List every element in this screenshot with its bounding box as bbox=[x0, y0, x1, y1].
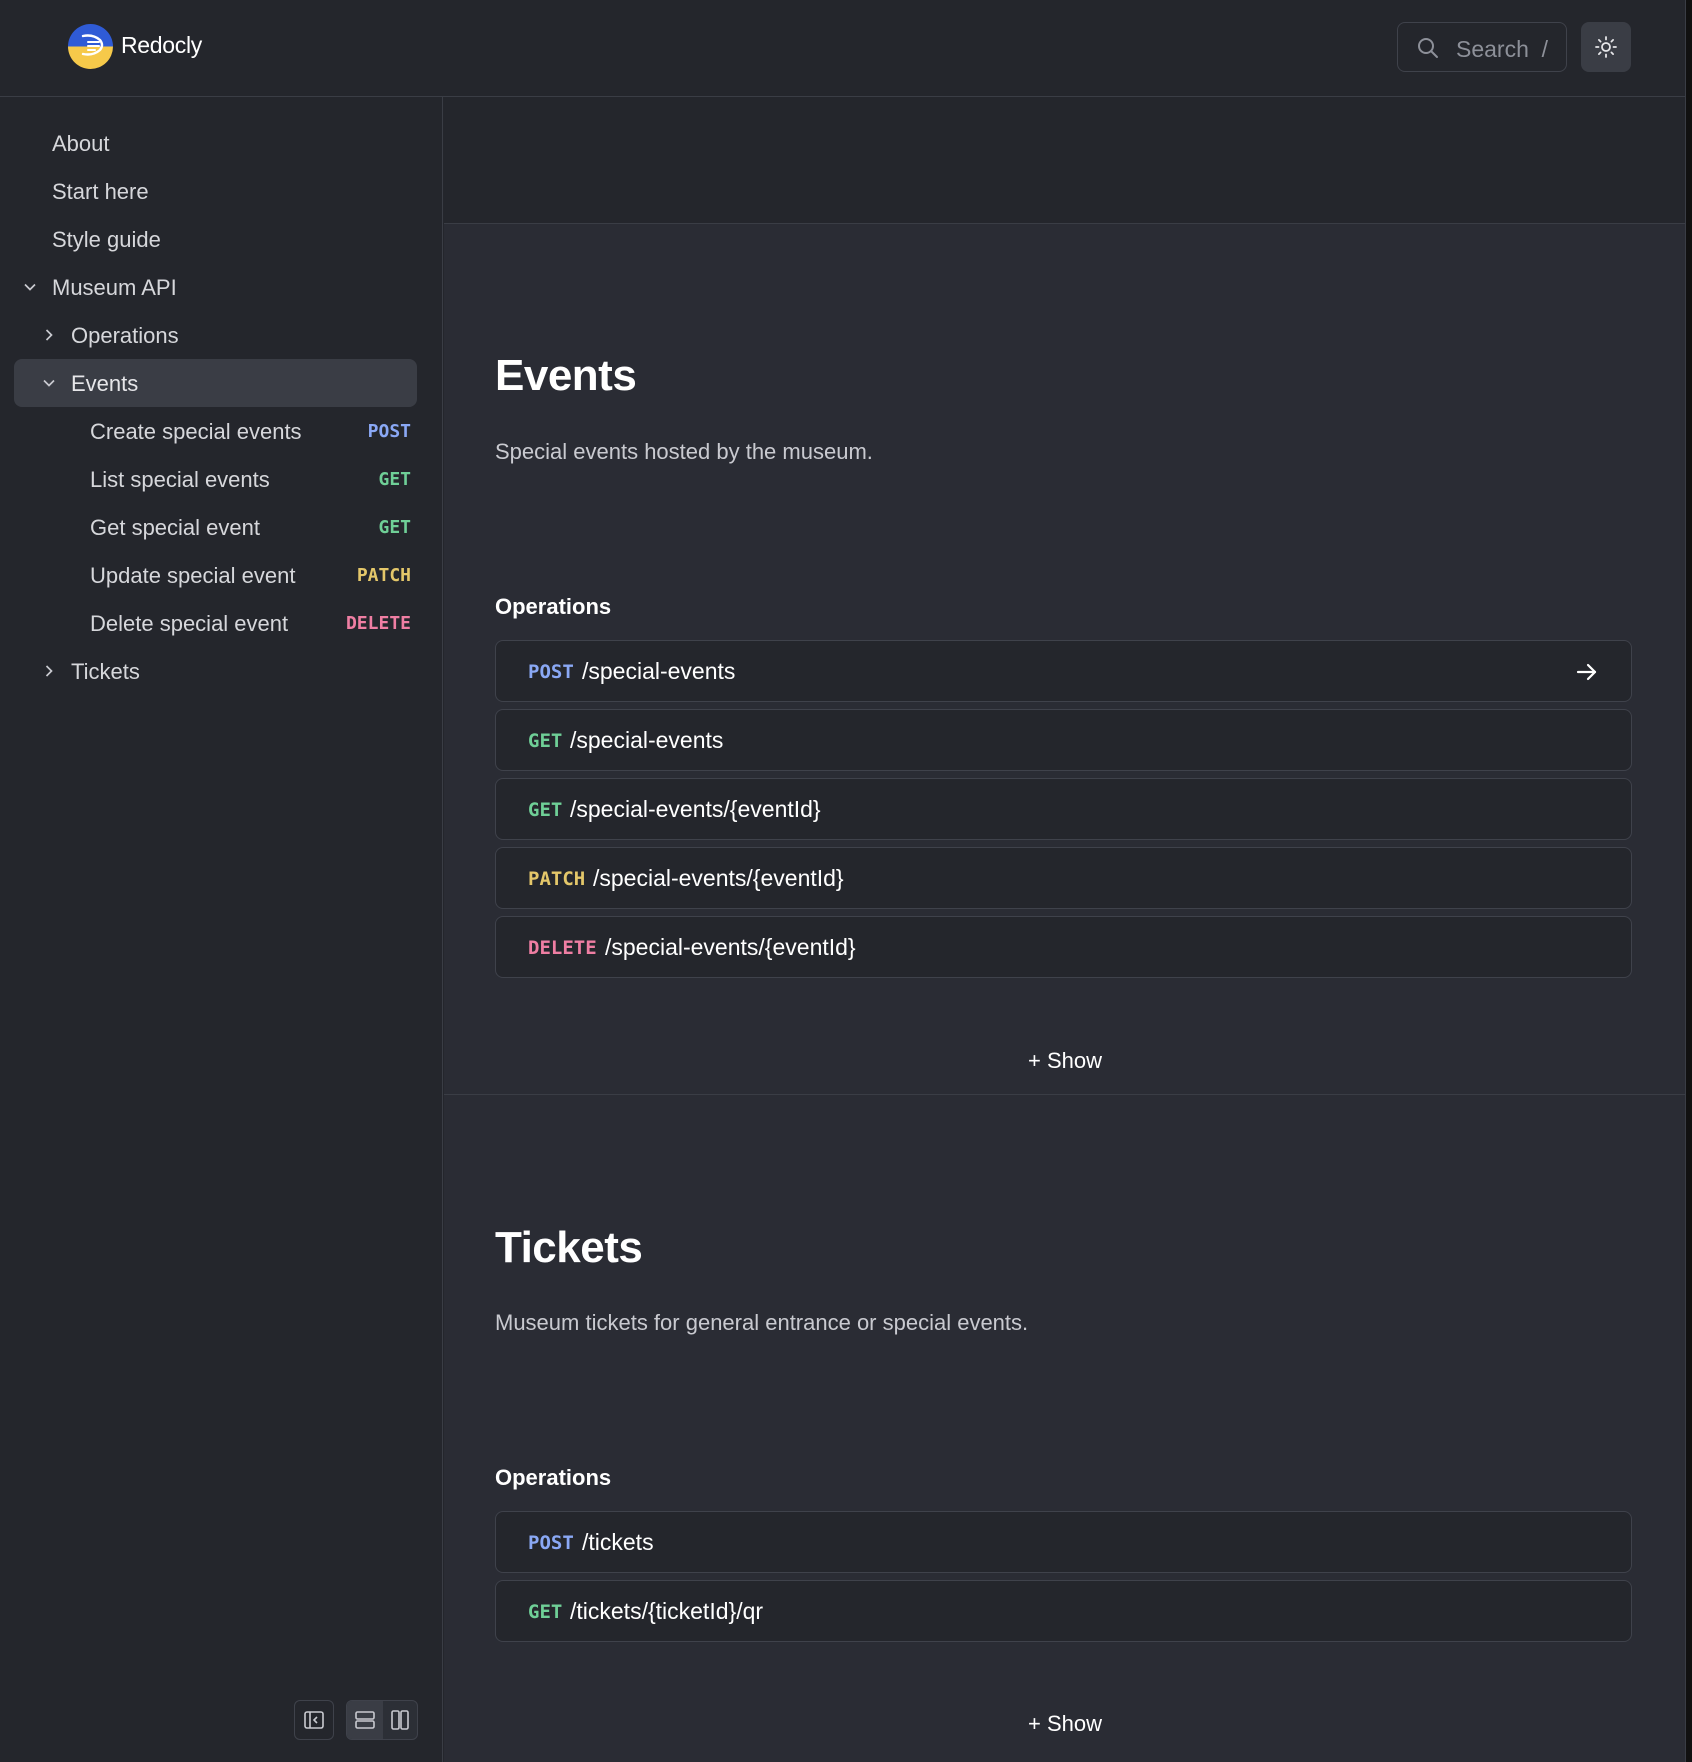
method-badge: GET bbox=[378, 517, 411, 538]
search-box[interactable]: Search / bbox=[1397, 22, 1567, 72]
collapse-sidebar-button[interactable] bbox=[294, 1700, 334, 1740]
method-badge: GET bbox=[528, 799, 563, 821]
search-placeholder: Search bbox=[1456, 36, 1529, 62]
sidebar-item-label: Style guide bbox=[52, 227, 161, 252]
method-badge: POST bbox=[528, 1532, 574, 1554]
sidebar-item-label: Tickets bbox=[71, 659, 140, 684]
content-header-area bbox=[444, 97, 1685, 224]
logo-mark-icon bbox=[81, 34, 104, 56]
section-title: Tickets bbox=[495, 1223, 643, 1272]
arrow-right-icon bbox=[1576, 663, 1597, 681]
chevron-down-icon bbox=[24, 283, 36, 291]
sidebar-item-about[interactable]: About bbox=[14, 119, 417, 167]
operation-path: /tickets/{ticketId}/qr bbox=[570, 1598, 764, 1624]
brand-name[interactable]: Redocly bbox=[121, 32, 202, 59]
sidebar-item-label: Operations bbox=[71, 323, 179, 348]
main-content: Events Special events hosted by the muse… bbox=[444, 97, 1685, 1762]
sun-icon bbox=[1595, 36, 1617, 58]
sidebar-item-list-special-events[interactable]: List special events GET bbox=[14, 455, 417, 503]
sidebar-item-tickets[interactable]: Tickets bbox=[14, 647, 417, 695]
sidebar-item-label: Delete special event bbox=[90, 611, 289, 636]
redocly-logo-icon[interactable] bbox=[68, 24, 113, 69]
sidebar-item-label: Start here bbox=[52, 179, 149, 204]
operations-heading: Operations bbox=[495, 1465, 612, 1490]
show-more-button[interactable]: + Show bbox=[444, 1711, 1685, 1737]
sidebar-item-events[interactable]: Events bbox=[14, 359, 417, 407]
columns-layout-icon bbox=[391, 1710, 409, 1730]
operation-path: /special-events/{eventId} bbox=[593, 865, 844, 891]
method-badge: GET bbox=[528, 730, 563, 752]
sidebar-item-style-guide[interactable]: Style guide bbox=[14, 215, 417, 263]
method-badge: PATCH bbox=[356, 565, 411, 586]
sidebar-item-start-here[interactable]: Start here bbox=[14, 167, 417, 215]
method-badge: DELETE bbox=[528, 937, 597, 959]
sidebar-item-get-special-event[interactable]: Get special event GET bbox=[14, 503, 417, 551]
show-more-button[interactable]: + Show bbox=[444, 1048, 1685, 1074]
sidebar: About Start here Style guide Museum API … bbox=[0, 97, 443, 1762]
search-icon bbox=[1418, 38, 1438, 58]
operation-row[interactable]: GET /special-events/{eventId} bbox=[495, 778, 1632, 840]
operation-row[interactable]: GET /special-events bbox=[495, 709, 1632, 771]
operation-path: /tickets bbox=[582, 1529, 654, 1555]
stacked-layout-icon bbox=[355, 1711, 375, 1729]
operation-path: /special-events/{eventId} bbox=[570, 796, 821, 822]
sidebar-item-label: About bbox=[52, 131, 110, 156]
events-section: Events Special events hosted by the muse… bbox=[444, 224, 1685, 1192]
chevron-right-icon bbox=[45, 329, 53, 341]
operation-path: /special-events bbox=[570, 727, 724, 753]
chevron-down-icon bbox=[43, 379, 55, 387]
sidebar-item-label: Museum API bbox=[52, 275, 177, 300]
operation-path: /special-events bbox=[582, 658, 736, 684]
theme-toggle-button[interactable] bbox=[1581, 22, 1631, 72]
operations-heading: Operations bbox=[495, 594, 612, 619]
sidebar-item-operations[interactable]: Operations bbox=[14, 311, 417, 359]
chevron-right-icon bbox=[45, 665, 53, 677]
sidebar-item-label: Get special event bbox=[90, 515, 260, 540]
section-description: Museum tickets for general entrance or s… bbox=[495, 1310, 1029, 1335]
sidebar-item-label: Create special events bbox=[90, 419, 302, 444]
operation-path: /special-events/{eventId} bbox=[605, 934, 856, 960]
tickets-section: Tickets Museum tickets for general entra… bbox=[444, 1095, 1685, 1762]
section-description: Special events hosted by the museum. bbox=[495, 439, 873, 464]
sidebar-item-create-special-events[interactable]: Create special events POST bbox=[14, 407, 417, 455]
method-badge: PATCH bbox=[528, 868, 586, 890]
operation-row[interactable]: PATCH /special-events/{eventId} bbox=[495, 847, 1632, 909]
method-badge: POST bbox=[528, 661, 574, 683]
app-window: Redocly Search / About Start here Style … bbox=[0, 0, 1686, 1762]
operation-row[interactable]: POST /tickets bbox=[495, 1511, 1632, 1573]
sidebar-item-label: Events bbox=[71, 371, 139, 396]
method-badge: POST bbox=[367, 421, 411, 442]
columns-layout-button[interactable] bbox=[383, 1701, 417, 1739]
operation-row[interactable]: GET /tickets/{ticketId}/qr bbox=[495, 1580, 1632, 1642]
collapse-sidebar-icon bbox=[304, 1711, 324, 1729]
sidebar-item-museum-api[interactable]: Museum API bbox=[14, 263, 417, 311]
sidebar-item-delete-special-event[interactable]: Delete special event DELETE bbox=[14, 599, 417, 647]
stacked-layout-button[interactable] bbox=[347, 1701, 383, 1739]
search-shortcut: / bbox=[1541, 36, 1548, 62]
method-badge: GET bbox=[528, 1601, 563, 1623]
sidebar-item-update-special-event[interactable]: Update special event PATCH bbox=[14, 551, 417, 599]
method-badge: DELETE bbox=[345, 613, 411, 634]
layout-toggle-group bbox=[346, 1700, 418, 1740]
operation-row[interactable]: DELETE /special-events/{eventId} bbox=[495, 916, 1632, 978]
top-navbar: Redocly Search / bbox=[0, 0, 1685, 97]
method-badge: GET bbox=[378, 469, 411, 490]
operation-row[interactable]: POST /special-events bbox=[495, 640, 1632, 702]
section-title: Events bbox=[495, 351, 637, 400]
sidebar-item-label: Update special event bbox=[90, 563, 296, 588]
sidebar-item-label: List special events bbox=[90, 467, 270, 492]
